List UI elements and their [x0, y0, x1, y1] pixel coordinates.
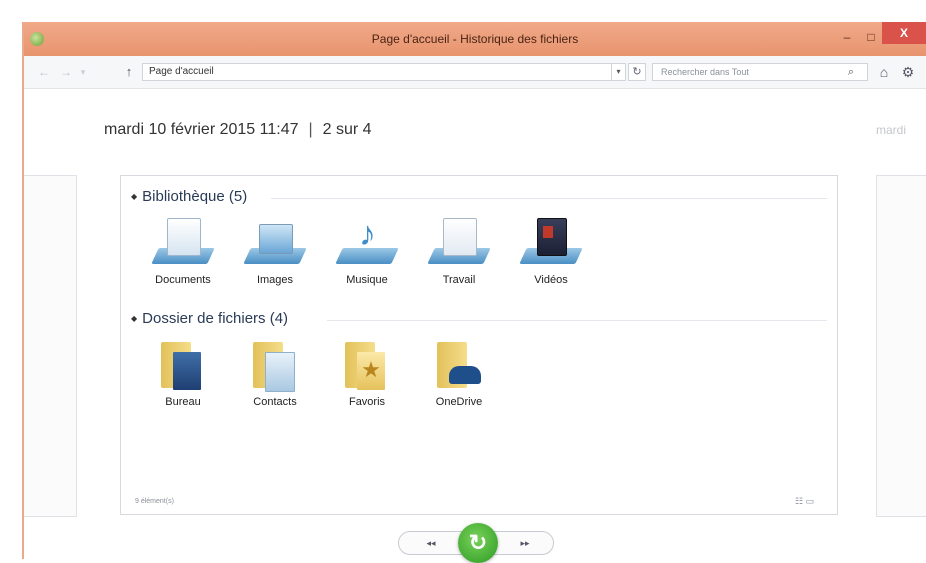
back-arrow-icon[interactable]: ←	[36, 64, 52, 80]
window-title: Page d'accueil - Historique des fichiers	[371, 32, 579, 46]
navigation-bar: ← → ▾ ↑ Page d'accueil ▾ ↻ Rechercher da…	[24, 56, 926, 89]
collapse-bullet-icon: ◆	[131, 314, 138, 323]
maximize-button[interactable]: □	[860, 28, 882, 46]
up-arrow-icon[interactable]: ↑	[122, 64, 136, 80]
videos-library-icon	[519, 214, 583, 270]
library-item-videos[interactable]: Vidéos	[511, 214, 591, 286]
folder-item-desktop[interactable]: Bureau	[143, 336, 223, 408]
close-button[interactable]: X	[882, 22, 926, 44]
item-label: Travail	[442, 274, 476, 286]
restore-icon: ↻	[468, 530, 488, 555]
item-count-status: 9 élément(s)	[135, 498, 174, 505]
title-bar: Page d'accueil - Historique des fichiers…	[24, 22, 926, 56]
favorites-folder-icon: ★	[335, 336, 399, 392]
next-snapshot-panel[interactable]	[876, 175, 926, 517]
group-header-folders[interactable]: ◆ Dossier de fichiers (4)	[131, 310, 288, 327]
library-item-work[interactable]: Travail	[419, 214, 499, 286]
snapshot-date: mardi 10 février 2015 11:47	[104, 121, 299, 138]
next-version-button[interactable]: ▸▸	[510, 536, 540, 550]
item-label: Images	[256, 274, 294, 286]
folder-item-favorites[interactable]: ★ Favoris	[327, 336, 407, 408]
onedrive-folder-icon	[427, 336, 491, 392]
item-label: Documents	[155, 274, 211, 286]
snapshot-heading: mardi 10 février 2015 11:47 | 2 sur 4	[104, 121, 372, 139]
address-text: Page d'accueil	[149, 66, 214, 77]
file-history-window: Page d'accueil - Historique des fichiers…	[22, 22, 926, 563]
item-label: Contacts	[253, 396, 297, 408]
images-library-icon	[243, 214, 307, 270]
work-library-icon	[427, 214, 491, 270]
group-divider	[271, 198, 827, 199]
group-divider	[327, 320, 827, 321]
previous-snapshot-panel[interactable]	[24, 175, 77, 517]
desktop-folder-icon	[151, 336, 215, 392]
refresh-icon[interactable]: ↻	[628, 63, 646, 81]
snapshot-position: 2 sur 4	[322, 121, 372, 138]
address-dropdown-icon[interactable]: ▾	[612, 63, 626, 81]
group-title: Bibliothèque (5)	[142, 188, 248, 205]
item-label: OneDrive	[435, 396, 483, 408]
gear-icon[interactable]: ⚙	[900, 63, 916, 81]
recent-locations-dropdown-icon[interactable]: ▾	[78, 64, 88, 80]
view-mode-icons[interactable]: ☷ ▭	[795, 496, 814, 507]
contacts-folder-icon	[243, 336, 307, 392]
previous-version-button[interactable]: ◂◂	[416, 536, 446, 550]
snapshot-pane: ◆ Bibliothèque (5) Documents Images ♪ Mu…	[120, 175, 838, 515]
item-label: Vidéos	[534, 274, 568, 286]
minimize-button[interactable]: –	[836, 28, 858, 46]
group-header-libraries[interactable]: ◆ Bibliothèque (5)	[131, 188, 247, 205]
content-area: mardi 10 février 2015 11:47 | 2 sur 4 mard…	[24, 89, 926, 563]
item-label: Musique	[346, 274, 388, 286]
library-item-documents[interactable]: Documents	[143, 214, 223, 286]
item-label: Bureau	[165, 396, 201, 408]
folder-item-contacts[interactable]: Contacts	[235, 336, 315, 408]
search-input[interactable]: Rechercher dans Tout	[652, 63, 868, 81]
next-snapshot-date[interactable]: mardi	[876, 123, 906, 137]
item-label: Favoris	[348, 396, 386, 408]
music-library-icon: ♪	[335, 214, 399, 270]
search-icon[interactable]: ⌕	[844, 64, 858, 80]
collapse-bullet-icon: ◆	[131, 192, 138, 201]
library-item-music[interactable]: ♪ Musique	[327, 214, 407, 286]
search-placeholder: Rechercher dans Tout	[661, 67, 749, 77]
address-bar[interactable]: Page d'accueil	[142, 63, 612, 81]
folder-item-onedrive[interactable]: OneDrive	[419, 336, 499, 408]
group-title: Dossier de fichiers (4)	[142, 310, 289, 327]
restore-button[interactable]: ↻	[458, 523, 498, 563]
forward-arrow-icon[interactable]: →	[58, 64, 74, 80]
library-item-images[interactable]: Images	[235, 214, 315, 286]
home-icon[interactable]: ⌂	[876, 63, 892, 81]
documents-library-icon	[151, 214, 215, 270]
snapshot-separator: |	[308, 121, 313, 138]
